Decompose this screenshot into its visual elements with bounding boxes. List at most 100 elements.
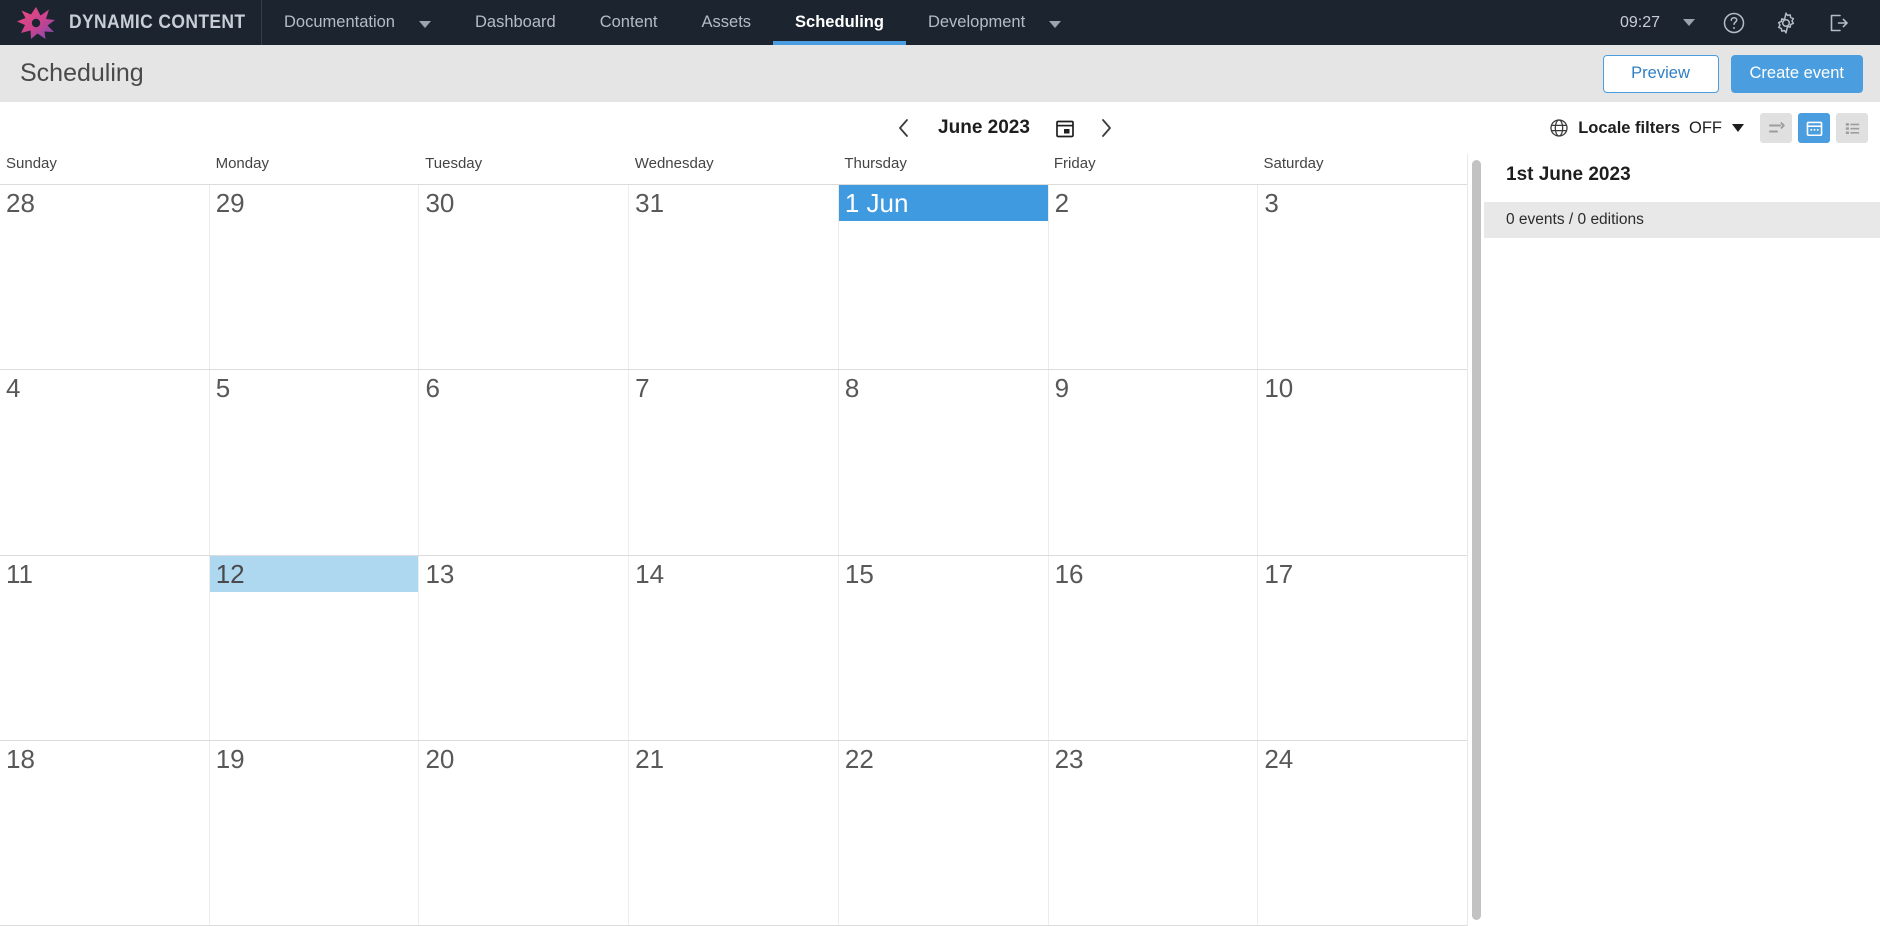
day-cell[interactable]: 29 — [210, 185, 420, 370]
day-cell[interactable]: 3 — [1258, 185, 1467, 369]
day-cell[interactable]: 24 — [1258, 741, 1467, 925]
nav-item-dashboard[interactable]: Dashboard — [453, 0, 578, 45]
day-cell[interactable]: 5 — [210, 370, 420, 555]
day-number: 31 — [635, 188, 665, 218]
day-number: 8 — [844, 373, 860, 404]
day-number: 13 — [425, 558, 455, 589]
day-detail-summary: 0 events / 0 editions — [1484, 202, 1880, 238]
day-cell[interactable]: 18 — [0, 740, 210, 925]
day-number: 17 — [1264, 558, 1294, 589]
clock-display: 09:27 — [1619, 13, 1660, 31]
day-cell[interactable]: 16 — [1049, 555, 1259, 740]
main-content-area: Sunday Monday Tuesday Wednesday Thursday… — [0, 154, 1880, 926]
day-number: 3 — [1264, 188, 1279, 218]
preview-button[interactable]: Preview — [1602, 54, 1719, 93]
day-cell[interactable]: 23 — [1049, 740, 1259, 925]
day-number: 18 — [6, 743, 35, 774]
day-cell[interactable]: 8 — [839, 370, 1049, 555]
day-cell[interactable]: 15 — [839, 555, 1049, 740]
day-number: 14 — [635, 558, 665, 589]
settings-button[interactable] — [1760, 0, 1812, 45]
day-cell[interactable]: 28 — [0, 185, 210, 370]
day-number: 15 — [844, 558, 874, 589]
day-cell[interactable]: 13 — [419, 555, 630, 740]
day-cell[interactable]: 14 — [629, 555, 839, 740]
day-cell[interactable]: 31 — [629, 185, 839, 370]
brand-logo-block[interactable]: DYNAMIC CONTENT — [0, 0, 262, 45]
chevron-right-icon — [1102, 119, 1111, 137]
day-number: 16 — [1054, 558, 1084, 589]
calendar-week-row: 4 5 6 7 8 9 10 — [0, 370, 1467, 556]
day-cell[interactable]: 6 — [419, 370, 630, 555]
day-number: 29 — [215, 188, 245, 218]
help-button[interactable] — [1708, 0, 1760, 45]
day-detail-title: 1st June 2023 — [1506, 164, 1631, 185]
calendar-toolbar: June 2023 Locale filters OFF — [0, 102, 1880, 154]
day-number: 24 — [1264, 743, 1294, 774]
calendar-day-headers: Sunday Monday Tuesday Wednesday Thursday… — [0, 155, 1467, 185]
day-number: 2 — [1054, 188, 1070, 218]
nav-item-assets[interactable]: Assets — [680, 0, 774, 45]
calendar-week-row: 28 29 30 31 1 Jun 2 3 — [0, 185, 1467, 371]
locale-filters-dropdown[interactable]: Locale filters OFF — [1549, 118, 1744, 138]
top-navigation-bar: DYNAMIC CONTENT Documentation Dashboard … — [0, 0, 1880, 45]
day-number: 7 — [635, 373, 650, 404]
day-cell[interactable]: 21 — [629, 740, 839, 925]
previous-month-button[interactable] — [884, 108, 924, 148]
nav-item-label: Content — [599, 13, 658, 31]
chevron-left-icon — [899, 119, 908, 137]
nav-item-content[interactable]: Content — [578, 0, 680, 45]
day-number: 28 — [6, 188, 35, 218]
clock-dropdown-button[interactable] — [1670, 0, 1708, 45]
day-cell[interactable]: 22 — [839, 740, 1049, 925]
day-cell[interactable]: 9 — [1049, 370, 1259, 555]
nav-item-scheduling[interactable]: Scheduling — [773, 0, 906, 45]
brand-name: DYNAMIC CONTENT — [69, 11, 246, 33]
day-cell[interactable]: 17 — [1258, 556, 1467, 740]
calendar-view-button[interactable] — [1798, 113, 1830, 143]
nav-item-documentation[interactable]: Documentation — [262, 0, 453, 45]
day-number: 30 — [425, 188, 455, 218]
day-number: 23 — [1054, 743, 1084, 774]
subheader-actions: Preview Create event — [1602, 54, 1863, 93]
locale-filters-label: Locale filters — [1578, 118, 1680, 137]
day-cell[interactable]: 20 — [419, 740, 630, 925]
day-cell-selected[interactable]: 1 Jun — [838, 185, 1049, 370]
day-number: 1 Jun — [838, 185, 1048, 221]
nav-item-label: Development — [927, 13, 1026, 31]
day-cell[interactable]: 30 — [419, 185, 630, 370]
globe-icon-svg — [1550, 119, 1568, 137]
day-header-sunday: Sunday — [6, 155, 57, 172]
scrollbar-thumb[interactable] — [1471, 160, 1481, 920]
create-event-button[interactable]: Create event — [1730, 54, 1863, 93]
calendar-week-row: 11 12 13 14 15 16 17 — [0, 555, 1467, 741]
nav-items: Documentation Dashboard Content Assets S… — [262, 0, 1083, 45]
chevron-down-icon — [1683, 19, 1695, 26]
nav-item-development[interactable]: Development — [906, 0, 1083, 45]
timeline-view-button[interactable] — [1760, 113, 1792, 143]
starburst-logo-icon — [17, 6, 55, 39]
calendar-scrollbar[interactable] — [1467, 154, 1484, 926]
globe-icon — [1549, 118, 1569, 138]
day-cell-today[interactable]: 12 — [209, 555, 420, 740]
date-picker-button[interactable] — [1048, 111, 1082, 145]
day-header-saturday: Saturday — [1263, 155, 1324, 172]
day-number: 4 — [6, 373, 21, 404]
day-cell[interactable]: 11 — [0, 555, 210, 740]
day-cell[interactable]: 2 — [1049, 185, 1259, 370]
toolbar-right-group: Locale filters OFF — [1549, 102, 1868, 154]
next-month-button[interactable] — [1086, 108, 1126, 148]
list-view-button[interactable] — [1836, 113, 1868, 143]
timeline-view-icon — [1768, 121, 1785, 132]
gear-icon — [1777, 11, 1795, 34]
day-number: 20 — [425, 743, 455, 774]
day-cell[interactable]: 4 — [0, 370, 210, 555]
logout-button[interactable] — [1812, 0, 1864, 45]
calendar-picker-icon — [1056, 120, 1074, 138]
day-cell[interactable]: 19 — [210, 740, 420, 925]
day-header-monday: Monday — [215, 155, 269, 172]
day-cell[interactable]: 10 — [1258, 370, 1467, 554]
day-cell[interactable]: 7 — [629, 370, 839, 555]
calendar-weeks: 28 29 30 31 1 Jun 2 3 4 5 6 7 8 9 10 11 — [0, 185, 1467, 926]
calendar-grid: Sunday Monday Tuesday Wednesday Thursday… — [0, 154, 1467, 926]
